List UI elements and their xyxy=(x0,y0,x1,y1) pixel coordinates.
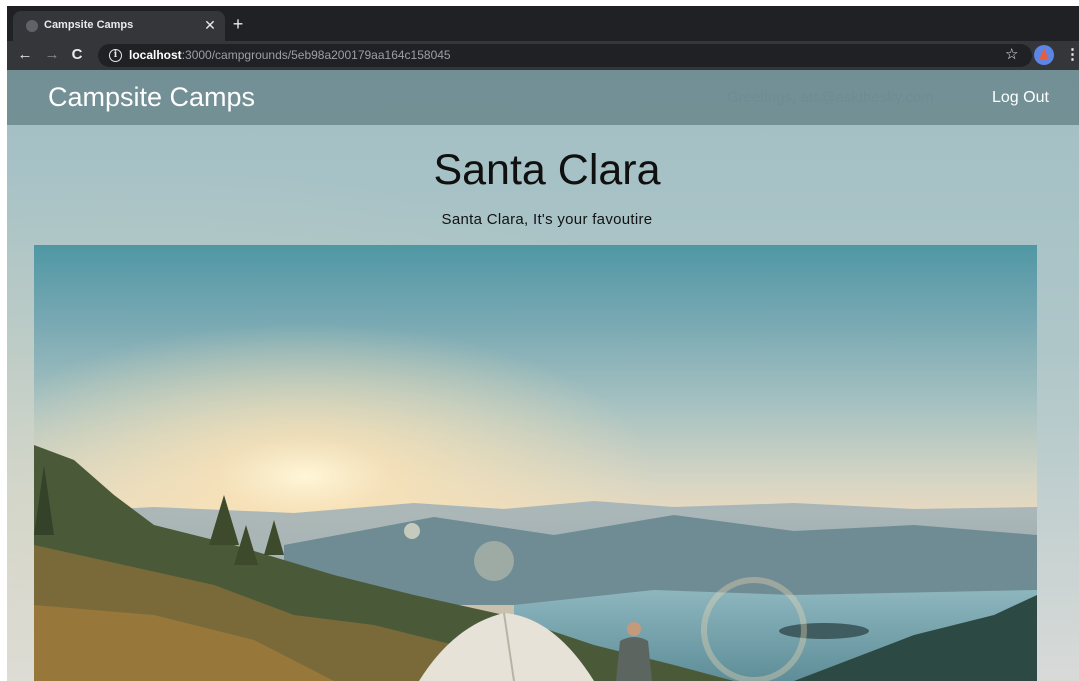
star-icon[interactable]: ☆ xyxy=(1005,46,1018,64)
logout-link[interactable]: Log Out xyxy=(992,89,1049,107)
avatar[interactable] xyxy=(1034,45,1054,65)
page-viewport: Campsite Camps Greetings, ats@askthesky.… xyxy=(7,70,1079,681)
url-text[interactable]: localhost:3000/campgrounds/5eb98a200179a… xyxy=(129,48,451,63)
info-icon[interactable]: i xyxy=(109,49,122,62)
kebab-menu-icon[interactable]: ⋮ xyxy=(1065,45,1079,65)
page-title: Santa Clara xyxy=(433,146,661,194)
campground-image xyxy=(34,245,1037,681)
site-navbar: Campsite Camps Greetings, ats@askthesky.… xyxy=(7,70,1079,125)
greeting-text: Greetings, ats@askthesky.com xyxy=(727,89,934,106)
browser-tab[interactable]: Campsite Camps ✕ xyxy=(13,11,225,41)
browser-chrome: Campsite Camps ✕ + ← → C i localhost:300… xyxy=(7,6,1079,70)
tab-strip: Campsite Camps ✕ + xyxy=(7,6,1079,41)
reload-icon[interactable]: C xyxy=(68,46,86,64)
browser-toolbar: ← → C i localhost:3000/campgrounds/5eb98… xyxy=(7,41,1079,70)
tab-title: Campsite Camps xyxy=(44,19,134,31)
close-icon[interactable]: ✕ xyxy=(203,17,217,33)
url-path: :3000/campgrounds/5eb98a200179aa164c1580… xyxy=(181,48,451,62)
address-bar[interactable]: i localhost:3000/campgrounds/5eb98a20017… xyxy=(98,44,1032,67)
url-host: localhost xyxy=(129,48,182,62)
arrow-left-icon[interactable]: ← xyxy=(16,46,34,64)
brand-link[interactable]: Campsite Camps xyxy=(48,82,255,113)
arrow-right-icon[interactable]: → xyxy=(43,46,61,64)
plus-icon[interactable]: + xyxy=(229,15,247,33)
campground-description: Santa Clara, It's your favoutire xyxy=(441,211,653,228)
campground-photo xyxy=(34,245,1037,681)
globe-icon xyxy=(26,20,38,32)
